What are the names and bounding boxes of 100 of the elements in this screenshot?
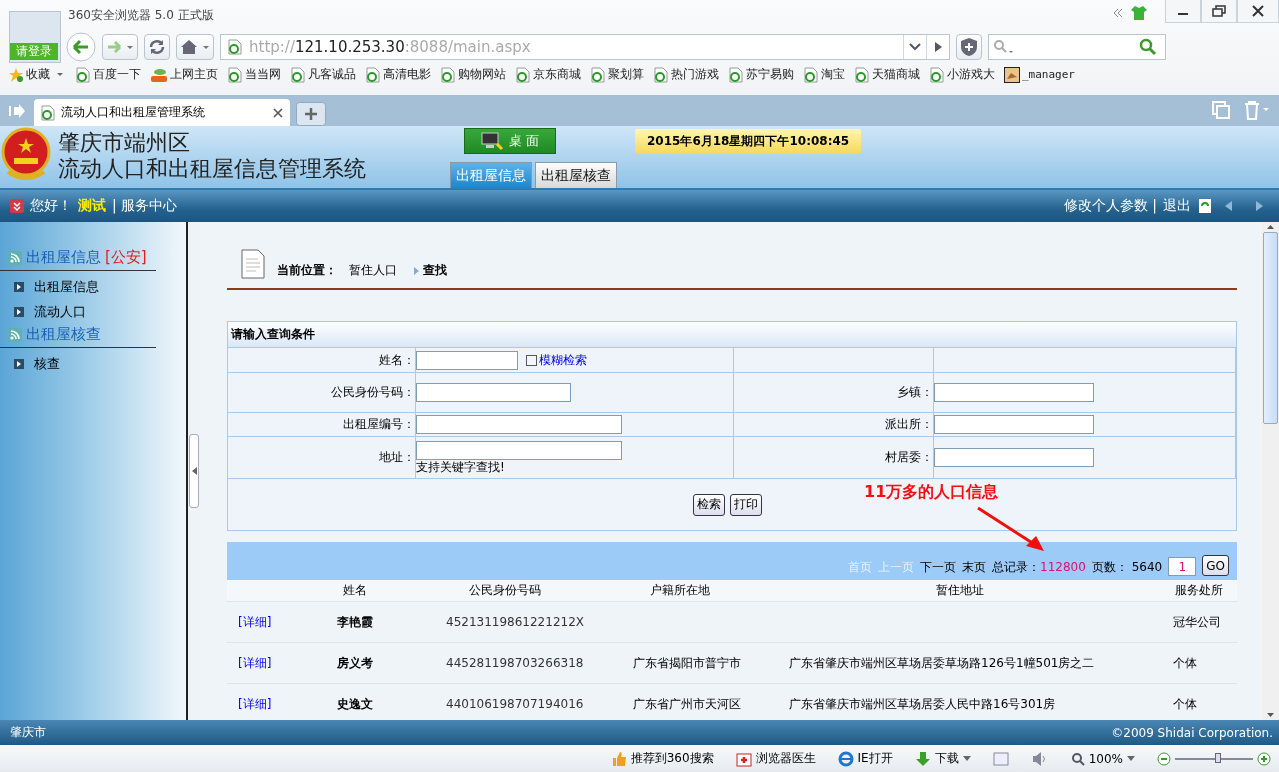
input-field[interactable] bbox=[416, 383, 571, 402]
thumbs-up-icon bbox=[610, 750, 627, 767]
splitter-handle[interactable] bbox=[189, 434, 199, 508]
down-arrow-icon bbox=[1266, 710, 1275, 720]
bookmark-item[interactable]: 收藏 bbox=[8, 66, 66, 83]
status-item[interactable]: 浏览器医生 bbox=[735, 750, 816, 767]
medical-kit-icon bbox=[735, 750, 752, 767]
bullet-icon bbox=[14, 282, 24, 292]
table-cell: 广东省揭阳市普宁市 bbox=[633, 654, 741, 672]
new-tab-button[interactable] bbox=[296, 102, 326, 126]
column-header: 公民身份号码 bbox=[410, 580, 600, 601]
search-icon bbox=[993, 39, 1015, 55]
table-cell: 445281198703266318 bbox=[446, 656, 584, 670]
input-field[interactable] bbox=[934, 415, 1094, 434]
breadcrumb-link[interactable]: 暂住人口 bbox=[349, 262, 397, 279]
shield-button[interactable] bbox=[956, 34, 982, 60]
chevrons-icon[interactable] bbox=[1113, 8, 1123, 18]
bookmark-item[interactable]: 小游戏大 bbox=[929, 66, 995, 83]
fuzzy-search-checkbox[interactable]: 模糊检索 bbox=[526, 351, 587, 369]
chevron-icon bbox=[413, 265, 421, 276]
field-label: 村居委： bbox=[885, 449, 933, 466]
input-field[interactable] bbox=[934, 383, 1094, 402]
go-button[interactable]: GO bbox=[1202, 555, 1229, 576]
nav-tab[interactable]: 出租屋核查 bbox=[535, 162, 617, 188]
table-cell: 个体 bbox=[1173, 695, 1197, 713]
input-field[interactable] bbox=[416, 415, 622, 434]
breadcrumb-current: 查找 bbox=[423, 262, 447, 279]
bookmark-item[interactable]: 京东商城 bbox=[515, 66, 581, 83]
status-item[interactable]: IE打开 bbox=[837, 750, 893, 767]
ie-icon bbox=[837, 750, 854, 767]
field-label: 公民身份号码： bbox=[331, 384, 415, 401]
page-icon bbox=[803, 66, 819, 83]
table-cell: 李艳霞 bbox=[337, 613, 373, 631]
page-icon bbox=[440, 66, 456, 83]
slider-thumb[interactable] bbox=[1214, 752, 1221, 763]
refresh-icon[interactable] bbox=[1197, 198, 1213, 214]
zoom-control[interactable]: 100% bbox=[1070, 751, 1135, 766]
annotation-text: 11万多的人口信息 bbox=[864, 482, 999, 503]
logout-link[interactable]: 退出 bbox=[1163, 197, 1191, 215]
bookmark-item[interactable]: 购物网站 bbox=[440, 66, 506, 83]
sidebar-item[interactable]: 核查 bbox=[0, 352, 186, 377]
pager-link[interactable]: 末页 bbox=[962, 559, 987, 576]
zoom-in-icon[interactable] bbox=[1257, 751, 1271, 766]
bookmark-item[interactable]: 苏宁易购 bbox=[728, 66, 794, 83]
bookmark-item[interactable]: _manager bbox=[1004, 66, 1075, 83]
sidebar-item[interactable]: 出租屋信息 bbox=[0, 275, 186, 300]
column-header: 服务处所 bbox=[1160, 580, 1237, 601]
input-field[interactable] bbox=[934, 448, 1094, 467]
form-title: 请输入查询条件 bbox=[228, 322, 1236, 348]
bookmark-item[interactable]: 天猫商城 bbox=[854, 66, 920, 83]
zoom-out-icon[interactable] bbox=[1157, 751, 1171, 766]
desktop-button[interactable]: 桌 面 bbox=[464, 128, 556, 154]
back-button[interactable] bbox=[66, 32, 96, 62]
status-item[interactable]: 推荐到360搜索 bbox=[610, 750, 714, 767]
bookmark-item[interactable]: 上网主页 bbox=[150, 66, 218, 83]
star-icon bbox=[8, 66, 24, 83]
pager-link[interactable]: 下一页 bbox=[920, 559, 957, 576]
sidebar-item[interactable]: 流动人口 bbox=[0, 300, 186, 325]
shirt-icon[interactable] bbox=[1131, 6, 1147, 20]
input-field[interactable] bbox=[416, 441, 622, 460]
bookmark-item[interactable]: 凡客诚品 bbox=[290, 66, 356, 83]
search-field[interactable] bbox=[988, 34, 1166, 60]
download-icon bbox=[10, 199, 24, 213]
date-time-label: 2015年6月18星期四下午10:08:45 bbox=[635, 129, 862, 154]
field-label: 出租屋编号： bbox=[343, 416, 415, 433]
bookmark-item[interactable]: 百度一下 bbox=[75, 66, 141, 83]
bookmark-item[interactable]: 高清电影 bbox=[365, 66, 431, 83]
forward-button[interactable] bbox=[102, 34, 138, 60]
input-field[interactable] bbox=[416, 350, 518, 370]
settings-link[interactable]: 修改个人参数 | bbox=[1063, 197, 1157, 215]
bookmark-item[interactable]: 当当网 bbox=[227, 66, 281, 83]
refresh-button[interactable] bbox=[144, 34, 170, 60]
table-cell: 冠华公司 bbox=[1173, 613, 1221, 631]
window-title: 360安全浏览器 5.0 正式版 bbox=[68, 7, 214, 24]
bookmark-item[interactable]: 淘宝 bbox=[803, 66, 845, 83]
browser-tab[interactable]: 流动人口和出租屋管理系统 bbox=[34, 99, 290, 126]
bookmark-item[interactable]: 热门游戏 bbox=[653, 66, 719, 83]
trash-icon[interactable] bbox=[1243, 100, 1269, 120]
window-icon[interactable] bbox=[992, 751, 1009, 766]
home-button[interactable] bbox=[176, 34, 214, 60]
table-cell: 史逸文 bbox=[337, 695, 373, 713]
address-field[interactable]: http://121.10.253.30:8088/main.aspx bbox=[220, 34, 950, 60]
bookmark-item[interactable]: 聚划算 bbox=[590, 66, 644, 83]
table-cell: 房义考 bbox=[337, 654, 373, 672]
close-icon[interactable] bbox=[272, 106, 284, 119]
form-button[interactable]: 检索 bbox=[693, 493, 725, 516]
field-label: 乡镇： bbox=[897, 384, 933, 401]
service-center-link[interactable]: | 服务中心 bbox=[112, 197, 178, 215]
restore-icon[interactable] bbox=[1201, 0, 1237, 23]
copy-icon[interactable] bbox=[1211, 100, 1231, 120]
status-item[interactable]: 下载 bbox=[914, 750, 971, 767]
greeting-text: 您好！ bbox=[30, 197, 72, 215]
caret-icon bbox=[962, 755, 971, 762]
bullet-icon bbox=[14, 359, 24, 369]
form-button[interactable]: 打印 bbox=[730, 493, 762, 516]
page-input[interactable]: 1 bbox=[1168, 557, 1197, 576]
minimize-icon[interactable] bbox=[1165, 0, 1201, 23]
sidebar-group-title[interactable]: 出租屋信息 [公安] bbox=[0, 248, 156, 271]
scrollbar[interactable] bbox=[1262, 222, 1279, 720]
page-icon bbox=[590, 66, 606, 83]
